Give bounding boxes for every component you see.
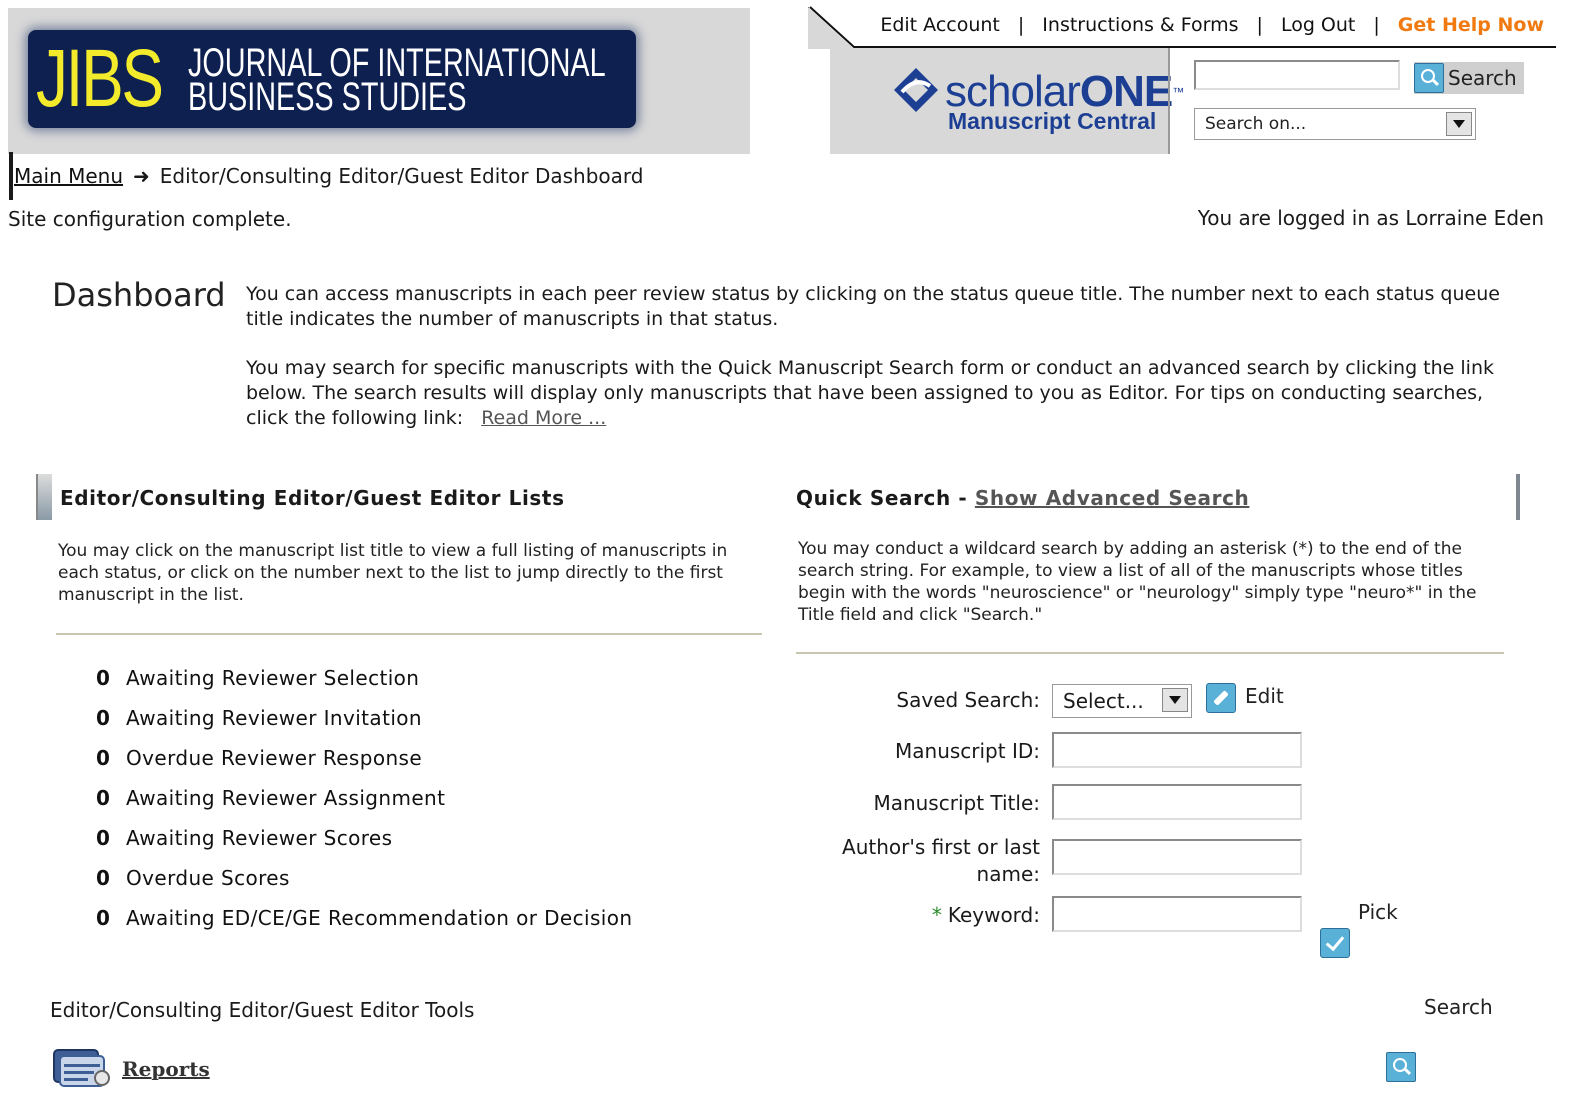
get-help-now-link[interactable]: Get Help Now — [1398, 14, 1544, 36]
section-marker — [1516, 474, 1520, 520]
list-item: 0 Awaiting Reviewer Assignment — [96, 786, 632, 826]
list-item: 0 Awaiting ED/CE/GE Recommendation or Dec… — [96, 906, 632, 946]
top-nav-links: Edit Account | Instructions & Forms | Log Ou… — [880, 14, 1544, 36]
list-item: 0 Awaiting Reviewer Scores — [96, 826, 632, 866]
list-item: 0 Awaiting Reviewer Invitation — [96, 706, 632, 746]
edit-account-link[interactable]: Edit Account — [880, 14, 1000, 36]
top-search-button[interactable]: Search — [1414, 62, 1524, 94]
search-icon — [1414, 63, 1444, 93]
status-count-link[interactable]: 0 — [96, 706, 126, 730]
read-more-link[interactable]: Read More ... — [481, 407, 606, 429]
quick-search-description: You may conduct a wildcard search by add… — [798, 539, 1477, 625]
manuscript-title-label: Manuscript Title: — [873, 791, 1040, 815]
scholarone-logo-icon — [894, 68, 938, 112]
show-advanced-search-link[interactable]: Show Advanced Search — [975, 486, 1250, 510]
arrow-right-icon: ➜ — [133, 164, 150, 188]
edit-icon[interactable] — [1206, 683, 1236, 713]
search-on-select[interactable]: Search on... — [1194, 108, 1476, 140]
intro-paragraph-2: You may search for specific manuscripts … — [246, 357, 1494, 429]
status-queue-link[interactable]: Overdue Reviewer Response — [126, 746, 422, 770]
checkmark-icon[interactable] — [1320, 928, 1350, 958]
chevron-down-icon[interactable] — [1446, 112, 1472, 136]
list-item: 0 Overdue Scores — [96, 866, 632, 906]
logged-in-user: You are logged in as Lorraine Eden — [1197, 206, 1544, 230]
breadcrumb-current: Editor/Consulting Editor/Guest Editor Da… — [159, 164, 644, 188]
saved-search-label: Saved Search: — [896, 688, 1040, 712]
top-search-input[interactable] — [1194, 60, 1400, 90]
journal-abbreviation: JIBS — [36, 33, 164, 124]
site-status-message: Site configuration complete. — [8, 207, 292, 231]
journal-logo: JIBS JOURNAL OF INTERNATIONAL BUSINESS S… — [28, 30, 636, 128]
author-name-field[interactable] — [1052, 839, 1302, 875]
journal-full-name: JOURNAL OF INTERNATIONAL BUSINESS STUDIE… — [188, 41, 606, 119]
intro-paragraph-1: You can access manuscripts in each peer … — [246, 283, 1500, 330]
pick-keyword-button[interactable]: Pick — [1358, 900, 1398, 924]
divider — [796, 652, 1504, 654]
section-tab-marker — [36, 474, 52, 520]
status-count-link[interactable]: 0 — [96, 746, 126, 770]
manuscript-id-label: Manuscript ID: — [895, 739, 1040, 763]
status-count-link[interactable]: 0 — [96, 786, 126, 810]
list-item: 0 Awaiting Reviewer Selection — [96, 666, 632, 706]
instructions-forms-link[interactable]: Instructions & Forms — [1042, 14, 1238, 36]
status-queue-link[interactable]: Awaiting ED/CE/GE Recommendation or Deci… — [126, 906, 632, 930]
nav-separator: | — [1017, 14, 1025, 36]
status-queue-list: 0 Awaiting Reviewer Selection 0 Awaiting R… — [96, 666, 632, 946]
reports-link[interactable]: Reports — [122, 1057, 210, 1081]
status-count-link[interactable]: 0 — [96, 906, 126, 930]
keyword-field[interactable] — [1052, 896, 1302, 932]
manuscript-id-field[interactable] — [1052, 732, 1302, 768]
keyword-label: * Keyword: — [931, 903, 1040, 927]
log-out-link[interactable]: Log Out — [1281, 14, 1355, 36]
nav-separator: | — [1256, 14, 1263, 36]
search-on-value: Search on... — [1205, 114, 1307, 134]
quick-search-heading: Quick Search - Show Advanced Search — [796, 486, 1250, 510]
breadcrumb-marker — [9, 152, 13, 200]
top-search-button-label: Search — [1448, 66, 1517, 90]
status-count-link[interactable]: 0 — [96, 866, 126, 890]
status-queue-link[interactable]: Awaiting Reviewer Selection — [126, 666, 419, 690]
header-divider — [1168, 48, 1170, 154]
quick-search-button[interactable]: Search — [1424, 995, 1493, 1019]
required-marker: * — [931, 903, 942, 927]
author-label: Author's first or last name: — [842, 835, 1040, 886]
reports-icon[interactable] — [52, 1046, 114, 1090]
status-count-link[interactable]: 0 — [96, 826, 126, 850]
main-menu-link[interactable]: Main Menu — [14, 164, 123, 188]
status-queue-link[interactable]: Awaiting Reviewer Assignment — [126, 786, 445, 810]
status-queue-link[interactable]: Overdue Scores — [126, 866, 290, 890]
brand-panel: scholarONE™ Manuscript Central — [830, 48, 1184, 154]
tools-heading: Editor/Consulting Editor/Guest Editor To… — [50, 998, 475, 1022]
status-queue-link[interactable]: Awaiting Reviewer Invitation — [126, 706, 422, 730]
chevron-down-icon[interactable] — [1162, 688, 1188, 712]
divider — [56, 633, 762, 635]
lists-heading: Editor/Consulting Editor/Guest Editor Li… — [60, 486, 565, 510]
breadcrumb: Main Menu ➜ Editor/Consulting Editor/Guest… — [14, 164, 643, 188]
saved-search-value: Select... — [1063, 689, 1144, 713]
saved-search-select[interactable]: Select... — [1052, 684, 1192, 718]
page-title: Dashboard — [52, 276, 226, 314]
lists-description: You may click on the manuscript list tit… — [58, 541, 728, 605]
manuscript-title-field[interactable] — [1052, 784, 1302, 820]
nav-separator: | — [1373, 14, 1380, 36]
status-queue-link[interactable]: Awaiting Reviewer Scores — [126, 826, 392, 850]
edit-saved-search-button[interactable]: Edit — [1245, 684, 1284, 708]
status-count-link[interactable]: 0 — [96, 666, 126, 690]
list-item: 0 Overdue Reviewer Response — [96, 746, 632, 786]
brand-subtitle: Manuscript Central — [948, 108, 1157, 134]
search-icon[interactable] — [1386, 1052, 1416, 1082]
dashboard-intro: You can access manuscripts in each peer … — [246, 282, 1506, 455]
